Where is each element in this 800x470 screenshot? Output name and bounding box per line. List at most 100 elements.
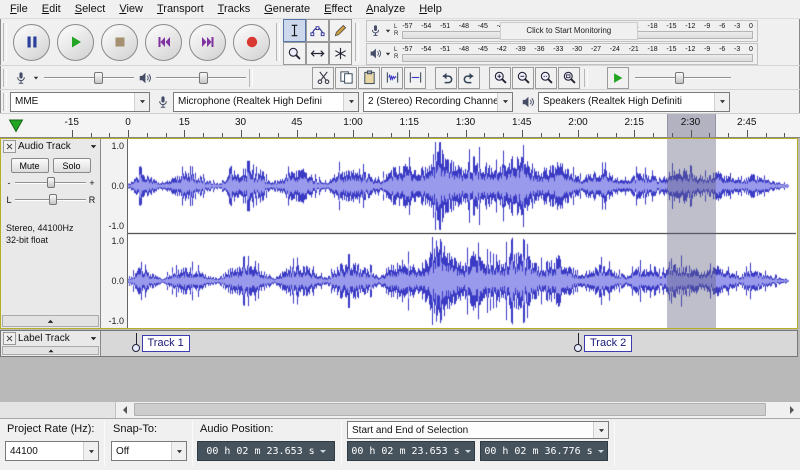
menu-view[interactable]: View bbox=[112, 1, 150, 17]
time-shift-tool[interactable] bbox=[306, 42, 329, 65]
skip-to-end-button[interactable] bbox=[189, 24, 226, 61]
recording-device-select[interactable]: Microphone (Realtek High Defini bbox=[173, 92, 359, 112]
audio-position-label: Audio Position: bbox=[200, 423, 273, 435]
silence-audio-button[interactable] bbox=[404, 67, 426, 89]
chevron-down-icon[interactable] bbox=[343, 93, 358, 111]
track-menu-icon[interactable] bbox=[89, 142, 98, 151]
menu-edit[interactable]: Edit bbox=[35, 1, 68, 17]
menu-help[interactable]: Help bbox=[412, 1, 449, 17]
draw-tool[interactable] bbox=[329, 19, 352, 42]
label-1[interactable]: Track 1 bbox=[142, 335, 190, 352]
selection-start-display[interactable]: 00 h 02 m 23.653 s bbox=[347, 441, 475, 461]
fit-selection-button[interactable] bbox=[535, 67, 557, 89]
label-track-content[interactable]: Track 1 Track 2 bbox=[101, 331, 797, 356]
chevron-down-icon[interactable] bbox=[384, 50, 392, 58]
collapse-track-button[interactable] bbox=[2, 346, 99, 355]
gain-knob[interactable] bbox=[47, 177, 55, 188]
output-volume-slider[interactable] bbox=[156, 69, 246, 87]
play-at-speed-button[interactable] bbox=[607, 67, 629, 89]
envelope-tool[interactable] bbox=[306, 19, 329, 42]
track-title[interactable]: Audio Track bbox=[18, 141, 87, 152]
label-2[interactable]: Track 2 bbox=[584, 335, 632, 352]
label-track-title[interactable]: Label Track bbox=[18, 333, 87, 344]
project-rate-select[interactable]: 44100 bbox=[5, 441, 99, 461]
menu-effect[interactable]: Effect bbox=[317, 1, 359, 17]
menu-transport[interactable]: Transport bbox=[150, 1, 211, 17]
toolbar-grip[interactable] bbox=[355, 23, 359, 61]
close-track-button[interactable] bbox=[3, 332, 16, 345]
menu-file[interactable]: File bbox=[3, 1, 35, 17]
toolbar-grip[interactable] bbox=[276, 23, 280, 61]
menu-tracks[interactable]: Tracks bbox=[211, 1, 258, 17]
snap-to-select[interactable]: Off bbox=[111, 441, 187, 461]
solo-button[interactable]: Solo bbox=[53, 158, 91, 173]
playback-meter[interactable]: LR -57-54-51-48-45-42-39-36-33-30-27-24-… bbox=[366, 43, 758, 65]
slider-knob[interactable] bbox=[675, 72, 684, 84]
toolbar-grip[interactable] bbox=[584, 69, 588, 87]
recording-channels-select[interactable]: 2 (Stereo) Recording Channels bbox=[363, 92, 513, 112]
scroll-right-button[interactable] bbox=[784, 402, 800, 418]
selection-end-display[interactable]: 00 h 02 m 36.776 s bbox=[480, 441, 608, 461]
pan-knob[interactable] bbox=[49, 194, 57, 205]
scroll-left-button[interactable] bbox=[116, 402, 132, 418]
toolbar-grip[interactable] bbox=[3, 23, 7, 61]
menu-analyze[interactable]: Analyze bbox=[359, 1, 412, 17]
toolbar-grip[interactable] bbox=[3, 93, 7, 111]
paste-button[interactable] bbox=[358, 67, 380, 89]
monitor-hint[interactable]: Click to Start Monitoring bbox=[500, 22, 638, 40]
paste-icon bbox=[362, 70, 377, 85]
play-speed-slider[interactable] bbox=[635, 69, 731, 87]
stop-button[interactable] bbox=[101, 24, 138, 61]
input-volume-slider[interactable] bbox=[44, 69, 134, 87]
zoom-tool[interactable] bbox=[283, 42, 306, 65]
zoom-in-button[interactable] bbox=[489, 67, 511, 89]
pause-button[interactable] bbox=[13, 24, 50, 61]
cut-button[interactable] bbox=[312, 67, 334, 89]
trim-audio-button[interactable] bbox=[381, 67, 403, 89]
slider-knob[interactable] bbox=[199, 72, 208, 84]
playback-device-select[interactable]: Speakers (Realtek High Definiti bbox=[538, 92, 730, 112]
skip-to-start-button[interactable] bbox=[145, 24, 182, 61]
toolbar-grip[interactable] bbox=[249, 69, 253, 87]
selection-mode-select[interactable]: Start and End of Selection bbox=[347, 421, 609, 439]
menu-generate[interactable]: Generate bbox=[257, 1, 317, 17]
pan-slider[interactable] bbox=[15, 193, 86, 207]
track-menu-icon[interactable] bbox=[89, 334, 98, 343]
chevron-down-icon[interactable] bbox=[171, 442, 186, 460]
play-button[interactable] bbox=[57, 24, 94, 61]
label-handle[interactable] bbox=[132, 344, 140, 352]
gain-slider[interactable] bbox=[15, 176, 86, 190]
chevron-down-icon[interactable] bbox=[32, 74, 40, 82]
selection-tool[interactable] bbox=[283, 19, 306, 42]
collapse-track-button[interactable] bbox=[2, 315, 99, 327]
mute-button[interactable]: Mute bbox=[11, 158, 49, 173]
redo-button[interactable] bbox=[458, 67, 480, 89]
zoom-out-button[interactable] bbox=[512, 67, 534, 89]
audio-host-select[interactable]: MME bbox=[10, 92, 150, 112]
chevron-down-icon[interactable] bbox=[83, 442, 98, 460]
label-handle[interactable] bbox=[574, 344, 582, 352]
trim-icon bbox=[385, 70, 400, 85]
menu-select[interactable]: Select bbox=[68, 1, 113, 17]
recording-meter[interactable]: LR -57-54-51-48-45-42-39-36-33-30-27-24-… bbox=[366, 20, 758, 42]
slider-knob[interactable] bbox=[94, 72, 103, 84]
track-info: Stereo, 44100Hz 32-bit float bbox=[1, 223, 100, 246]
chevron-down-icon[interactable] bbox=[593, 422, 608, 438]
toolbar-grip[interactable] bbox=[3, 69, 7, 87]
chevron-down-icon[interactable] bbox=[134, 93, 149, 111]
timeline-tick-label: 15 bbox=[179, 117, 190, 128]
close-track-button[interactable] bbox=[3, 140, 16, 153]
vertical-ruler[interactable]: 1.00.0-1.01.00.0-1.0 bbox=[101, 139, 128, 328]
scrollbar-thumb[interactable] bbox=[134, 403, 766, 416]
copy-button[interactable] bbox=[335, 67, 357, 89]
audio-position-display[interactable]: 00 h 02 m 23.653 s bbox=[197, 441, 335, 461]
undo-button[interactable] bbox=[435, 67, 457, 89]
chevron-down-icon[interactable] bbox=[497, 93, 512, 111]
record-button[interactable] bbox=[233, 24, 270, 61]
timeline-ruler[interactable]: -1501530451:001:151:301:452:002:152:302:… bbox=[0, 114, 800, 137]
fit-project-button[interactable] bbox=[558, 67, 580, 89]
chevron-down-icon[interactable] bbox=[714, 93, 729, 111]
multi-tool[interactable] bbox=[329, 42, 352, 65]
chevron-down-icon[interactable] bbox=[384, 27, 392, 35]
scrollbar-track[interactable] bbox=[132, 402, 784, 418]
